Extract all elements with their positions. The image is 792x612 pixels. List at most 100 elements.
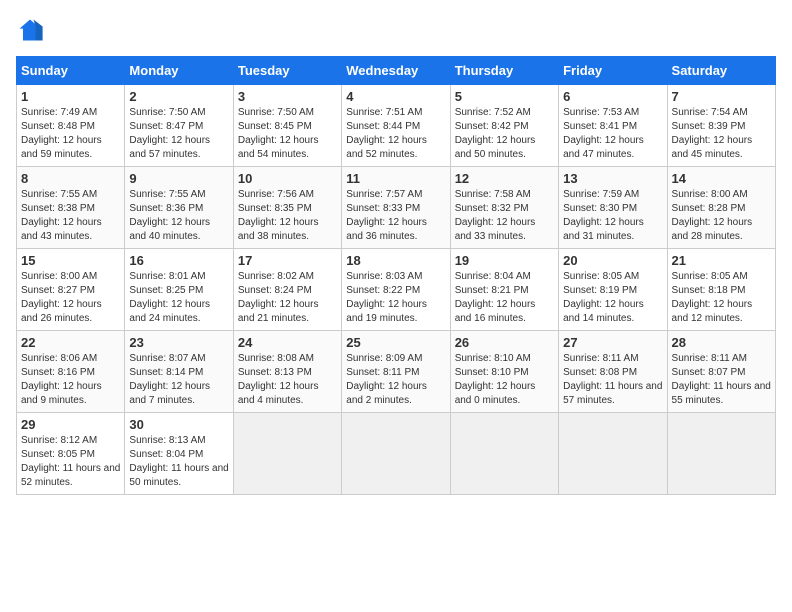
calendar-day-cell <box>233 413 341 495</box>
day-number: 15 <box>21 253 120 268</box>
day-number: 10 <box>238 171 337 186</box>
day-info: Sunrise: 8:04 AMSunset: 8:21 PMDaylight:… <box>455 270 554 326</box>
day-number: 6 <box>563 89 662 104</box>
calendar-day-cell: 29 Sunrise: 8:12 AMSunset: 8:05 PMDaylig… <box>17 413 125 495</box>
day-number: 14 <box>672 171 771 186</box>
day-info: Sunrise: 8:07 AMSunset: 8:14 PMDaylight:… <box>129 352 228 408</box>
calendar-day-cell: 15 Sunrise: 8:00 AMSunset: 8:27 PMDaylig… <box>17 249 125 331</box>
calendar-week-row: 15 Sunrise: 8:00 AMSunset: 8:27 PMDaylig… <box>17 249 776 331</box>
calendar-day-cell: 19 Sunrise: 8:04 AMSunset: 8:21 PMDaylig… <box>450 249 558 331</box>
calendar-day-cell: 11 Sunrise: 7:57 AMSunset: 8:33 PMDaylig… <box>342 167 450 249</box>
day-info: Sunrise: 8:13 AMSunset: 8:04 PMDaylight:… <box>129 434 228 490</box>
calendar-day-cell: 8 Sunrise: 7:55 AMSunset: 8:38 PMDayligh… <box>17 167 125 249</box>
calendar-day-cell: 1 Sunrise: 7:49 AMSunset: 8:48 PMDayligh… <box>17 85 125 167</box>
day-info: Sunrise: 8:08 AMSunset: 8:13 PMDaylight:… <box>238 352 337 408</box>
day-info: Sunrise: 7:59 AMSunset: 8:30 PMDaylight:… <box>563 188 662 244</box>
calendar-day-cell: 6 Sunrise: 7:53 AMSunset: 8:41 PMDayligh… <box>559 85 667 167</box>
day-number: 23 <box>129 335 228 350</box>
logo <box>16 16 48 44</box>
calendar-day-cell: 25 Sunrise: 8:09 AMSunset: 8:11 PMDaylig… <box>342 331 450 413</box>
calendar-day-cell: 13 Sunrise: 7:59 AMSunset: 8:30 PMDaylig… <box>559 167 667 249</box>
day-info: Sunrise: 8:05 AMSunset: 8:18 PMDaylight:… <box>672 270 771 326</box>
calendar-day-cell: 28 Sunrise: 8:11 AMSunset: 8:07 PMDaylig… <box>667 331 775 413</box>
day-info: Sunrise: 8:00 AMSunset: 8:27 PMDaylight:… <box>21 270 120 326</box>
day-info: Sunrise: 8:06 AMSunset: 8:16 PMDaylight:… <box>21 352 120 408</box>
day-number: 30 <box>129 417 228 432</box>
calendar-day-cell: 23 Sunrise: 8:07 AMSunset: 8:14 PMDaylig… <box>125 331 233 413</box>
calendar-day-cell <box>342 413 450 495</box>
day-info: Sunrise: 8:11 AMSunset: 8:07 PMDaylight:… <box>672 352 771 408</box>
calendar-day-cell: 4 Sunrise: 7:51 AMSunset: 8:44 PMDayligh… <box>342 85 450 167</box>
calendar-day-cell <box>559 413 667 495</box>
header-row: Sunday Monday Tuesday Wednesday Thursday… <box>17 57 776 85</box>
day-info: Sunrise: 7:55 AMSunset: 8:36 PMDaylight:… <box>129 188 228 244</box>
day-info: Sunrise: 8:11 AMSunset: 8:08 PMDaylight:… <box>563 352 662 408</box>
calendar-day-cell: 16 Sunrise: 8:01 AMSunset: 8:25 PMDaylig… <box>125 249 233 331</box>
day-info: Sunrise: 7:51 AMSunset: 8:44 PMDaylight:… <box>346 106 445 162</box>
day-number: 25 <box>346 335 445 350</box>
calendar-day-cell <box>450 413 558 495</box>
logo-icon <box>16 16 44 44</box>
day-number: 19 <box>455 253 554 268</box>
day-number: 18 <box>346 253 445 268</box>
day-number: 5 <box>455 89 554 104</box>
calendar-day-cell: 14 Sunrise: 8:00 AMSunset: 8:28 PMDaylig… <box>667 167 775 249</box>
day-number: 29 <box>21 417 120 432</box>
day-info: Sunrise: 7:50 AMSunset: 8:47 PMDaylight:… <box>129 106 228 162</box>
day-info: Sunrise: 7:58 AMSunset: 8:32 PMDaylight:… <box>455 188 554 244</box>
page-header <box>16 16 776 44</box>
calendar-day-cell: 26 Sunrise: 8:10 AMSunset: 8:10 PMDaylig… <box>450 331 558 413</box>
day-number: 2 <box>129 89 228 104</box>
calendar-day-cell: 24 Sunrise: 8:08 AMSunset: 8:13 PMDaylig… <box>233 331 341 413</box>
calendar-day-cell: 9 Sunrise: 7:55 AMSunset: 8:36 PMDayligh… <box>125 167 233 249</box>
day-info: Sunrise: 8:05 AMSunset: 8:19 PMDaylight:… <box>563 270 662 326</box>
calendar-table: Sunday Monday Tuesday Wednesday Thursday… <box>16 56 776 495</box>
day-info: Sunrise: 7:52 AMSunset: 8:42 PMDaylight:… <box>455 106 554 162</box>
day-number: 12 <box>455 171 554 186</box>
day-number: 21 <box>672 253 771 268</box>
calendar-week-row: 8 Sunrise: 7:55 AMSunset: 8:38 PMDayligh… <box>17 167 776 249</box>
col-wednesday: Wednesday <box>342 57 450 85</box>
col-monday: Monday <box>125 57 233 85</box>
day-info: Sunrise: 8:12 AMSunset: 8:05 PMDaylight:… <box>21 434 120 490</box>
col-friday: Friday <box>559 57 667 85</box>
calendar-day-cell: 5 Sunrise: 7:52 AMSunset: 8:42 PMDayligh… <box>450 85 558 167</box>
day-number: 8 <box>21 171 120 186</box>
day-info: Sunrise: 8:09 AMSunset: 8:11 PMDaylight:… <box>346 352 445 408</box>
day-number: 13 <box>563 171 662 186</box>
calendar-day-cell: 20 Sunrise: 8:05 AMSunset: 8:19 PMDaylig… <box>559 249 667 331</box>
day-number: 4 <box>346 89 445 104</box>
day-number: 24 <box>238 335 337 350</box>
day-info: Sunrise: 7:53 AMSunset: 8:41 PMDaylight:… <box>563 106 662 162</box>
calendar-day-cell: 27 Sunrise: 8:11 AMSunset: 8:08 PMDaylig… <box>559 331 667 413</box>
day-number: 7 <box>672 89 771 104</box>
day-info: Sunrise: 7:49 AMSunset: 8:48 PMDaylight:… <box>21 106 120 162</box>
col-tuesday: Tuesday <box>233 57 341 85</box>
calendar-day-cell <box>667 413 775 495</box>
calendar-week-row: 22 Sunrise: 8:06 AMSunset: 8:16 PMDaylig… <box>17 331 776 413</box>
day-info: Sunrise: 7:57 AMSunset: 8:33 PMDaylight:… <box>346 188 445 244</box>
calendar-day-cell: 22 Sunrise: 8:06 AMSunset: 8:16 PMDaylig… <box>17 331 125 413</box>
day-info: Sunrise: 7:55 AMSunset: 8:38 PMDaylight:… <box>21 188 120 244</box>
day-number: 9 <box>129 171 228 186</box>
col-sunday: Sunday <box>17 57 125 85</box>
calendar-week-row: 29 Sunrise: 8:12 AMSunset: 8:05 PMDaylig… <box>17 413 776 495</box>
day-number: 3 <box>238 89 337 104</box>
day-info: Sunrise: 8:10 AMSunset: 8:10 PMDaylight:… <box>455 352 554 408</box>
calendar-day-cell: 17 Sunrise: 8:02 AMSunset: 8:24 PMDaylig… <box>233 249 341 331</box>
day-info: Sunrise: 8:01 AMSunset: 8:25 PMDaylight:… <box>129 270 228 326</box>
day-number: 26 <box>455 335 554 350</box>
calendar-day-cell: 2 Sunrise: 7:50 AMSunset: 8:47 PMDayligh… <box>125 85 233 167</box>
day-info: Sunrise: 7:50 AMSunset: 8:45 PMDaylight:… <box>238 106 337 162</box>
calendar-week-row: 1 Sunrise: 7:49 AMSunset: 8:48 PMDayligh… <box>17 85 776 167</box>
day-info: Sunrise: 7:56 AMSunset: 8:35 PMDaylight:… <box>238 188 337 244</box>
day-number: 27 <box>563 335 662 350</box>
calendar-day-cell: 10 Sunrise: 7:56 AMSunset: 8:35 PMDaylig… <box>233 167 341 249</box>
day-number: 22 <box>21 335 120 350</box>
day-info: Sunrise: 8:00 AMSunset: 8:28 PMDaylight:… <box>672 188 771 244</box>
calendar-day-cell: 18 Sunrise: 8:03 AMSunset: 8:22 PMDaylig… <box>342 249 450 331</box>
day-info: Sunrise: 7:54 AMSunset: 8:39 PMDaylight:… <box>672 106 771 162</box>
day-info: Sunrise: 8:03 AMSunset: 8:22 PMDaylight:… <box>346 270 445 326</box>
calendar-day-cell: 21 Sunrise: 8:05 AMSunset: 8:18 PMDaylig… <box>667 249 775 331</box>
day-number: 1 <box>21 89 120 104</box>
